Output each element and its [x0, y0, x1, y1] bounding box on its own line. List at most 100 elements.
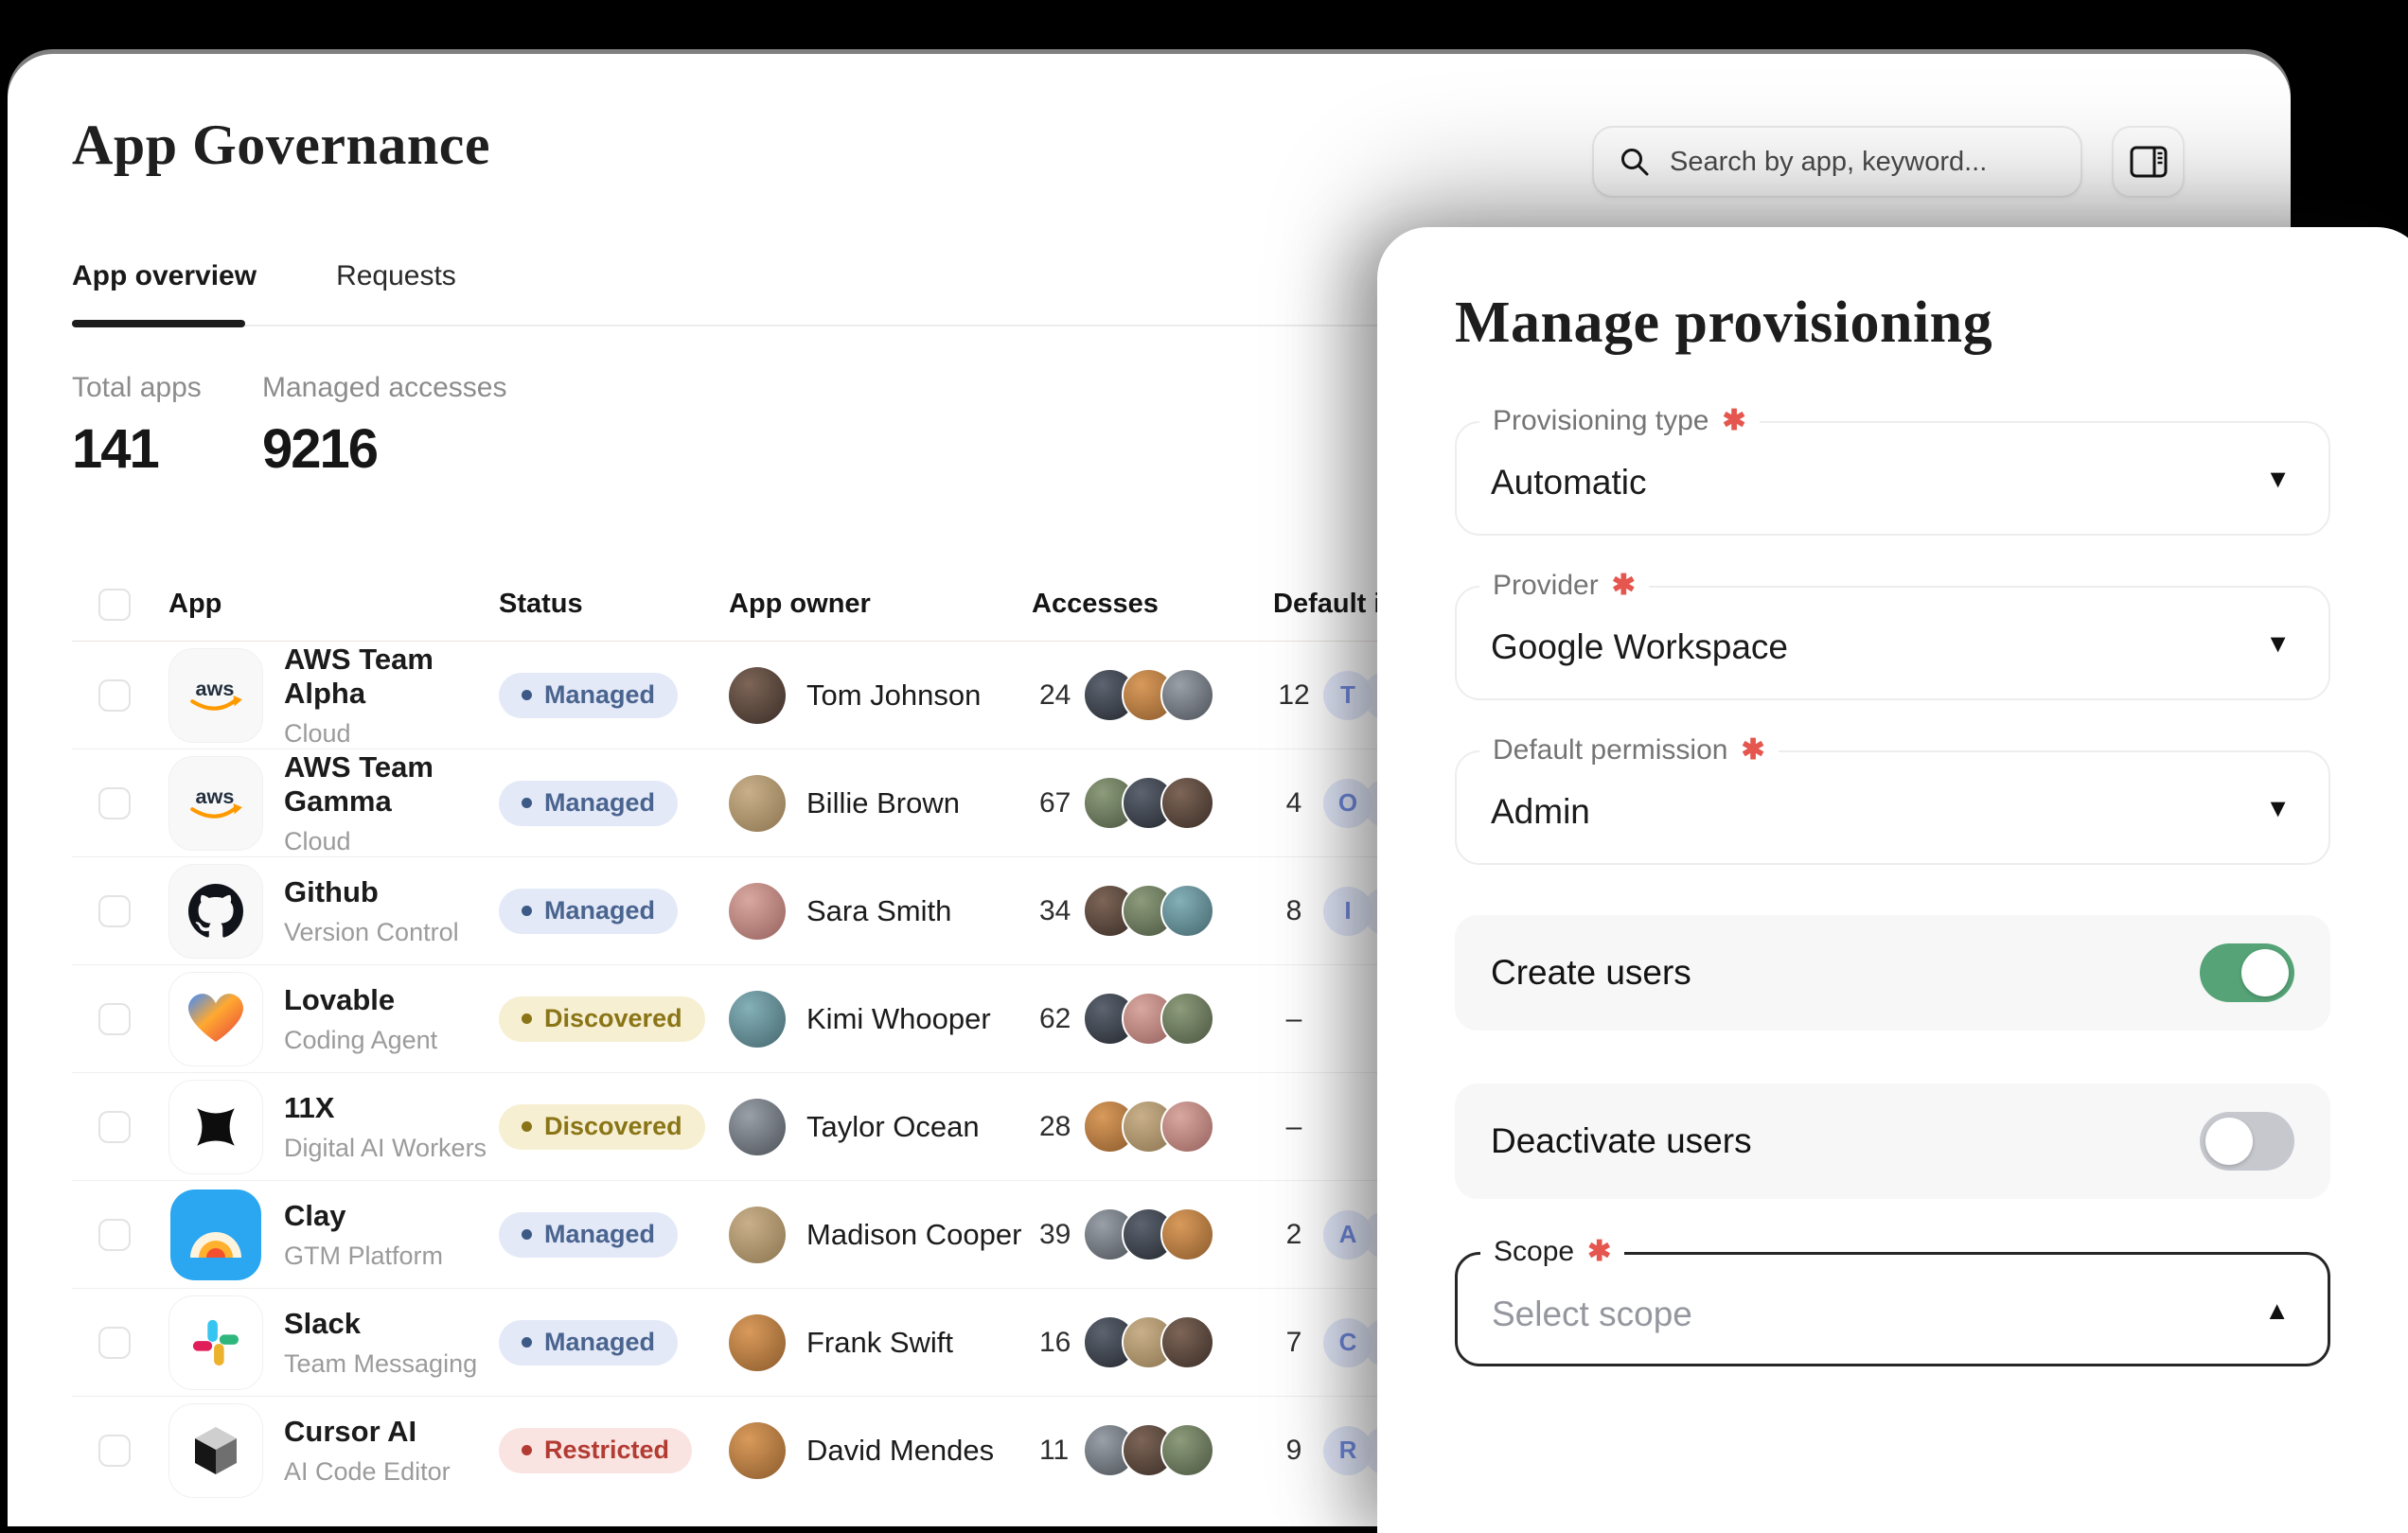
table-row[interactable]: Clay GTM Platform Managed Madison Cooper… — [72, 1181, 1397, 1289]
11x-icon — [168, 1080, 263, 1174]
required-asterisk: ✱ — [1741, 733, 1764, 766]
owner-avatar — [729, 1422, 786, 1479]
owner-avatar — [729, 883, 786, 940]
field-value: Admin — [1491, 792, 1590, 832]
accesses-avatars — [1083, 1100, 1214, 1154]
status-dot — [522, 690, 532, 700]
table-row[interactable]: Slack Team Messaging Managed Frank Swift… — [72, 1289, 1397, 1397]
status-dot — [522, 798, 532, 808]
search-bar[interactable] — [1592, 126, 2082, 198]
row-checkbox[interactable] — [98, 679, 131, 712]
row-checkbox[interactable] — [98, 1111, 131, 1143]
table-row[interactable]: Lovable Coding Agent Discovered Kimi Who… — [72, 965, 1397, 1073]
table-row[interactable]: aws AWS Team Alpha Cloud Managed Tom Joh… — [72, 642, 1397, 749]
owner-avatar — [729, 991, 786, 1048]
table-row[interactable]: Cursor AI AI Code Editor Restricted Davi… — [72, 1397, 1397, 1504]
row-checkbox[interactable] — [98, 1219, 131, 1251]
owner-name: Frank Swift — [806, 1326, 953, 1360]
aws-icon: aws — [168, 648, 263, 743]
table-row[interactable]: 11X Digital AI Workers Discovered Taylor… — [72, 1073, 1397, 1181]
initial-chip: R — [1323, 1426, 1372, 1475]
field-label: Provisioning type✱ — [1479, 404, 1760, 437]
field-provider[interactable]: Provider✱ Google Workspace ▼ — [1455, 586, 2330, 700]
toggle-label: Create users — [1491, 953, 1691, 993]
toggle-knob — [2241, 949, 2289, 996]
row-checkbox[interactable] — [98, 895, 131, 927]
lovable-icon — [168, 972, 263, 1066]
stat-value: 141 — [72, 417, 262, 481]
owner-name: Madison Cooper — [806, 1218, 1021, 1252]
caret-down-icon[interactable]: ▼ — [2265, 629, 2291, 659]
initial-chip: O — [1323, 779, 1372, 828]
owner-name: Tom Johnson — [806, 678, 981, 713]
owner-name: David Mendes — [806, 1434, 994, 1468]
app-category: Cloud — [284, 827, 499, 856]
table-row[interactable]: Github Version Control Managed Sara Smit… — [72, 857, 1397, 965]
aws-icon: aws — [168, 756, 263, 851]
owner-name: Kimi Whooper — [806, 1002, 991, 1036]
stat-label: Total apps — [72, 372, 262, 404]
default-in-count: 4 — [1273, 787, 1315, 819]
initial-chip: I — [1323, 887, 1372, 936]
app-category: Coding Agent — [284, 1026, 437, 1055]
provisioning-form: Provisioning type✱ Automatic ▼ Provider✱… — [1455, 421, 2330, 1366]
status-badge: Restricted — [499, 1428, 692, 1473]
owner-avatar — [729, 1207, 786, 1263]
svg-text:aws: aws — [196, 677, 235, 700]
toggle-knob — [2205, 1118, 2253, 1165]
table-row[interactable]: aws AWS Team Gamma Cloud Managed Billie … — [72, 749, 1397, 857]
field-value: Automatic — [1491, 463, 1647, 502]
accesses-avatars — [1083, 884, 1214, 938]
field-provisioning-type[interactable]: Provisioning type✱ Automatic ▼ — [1455, 421, 2330, 536]
toggle-row-create-users: Create users — [1455, 915, 2330, 1031]
search-input[interactable] — [1668, 146, 2050, 179]
panel-title: Manage provisioning — [1455, 290, 1992, 357]
status-badge: Discovered — [499, 1104, 705, 1150]
svg-text:aws: aws — [196, 784, 235, 808]
owner-avatar — [729, 667, 786, 724]
caret-down-icon[interactable]: ▼ — [2265, 465, 2291, 494]
accesses-count: 11 — [1032, 1435, 1079, 1467]
deactivate-users-toggle[interactable] — [2200, 1112, 2294, 1171]
accesses-avatars — [1083, 1315, 1214, 1369]
default-in-count: 9 — [1273, 1435, 1315, 1467]
active-tab-underline — [72, 320, 245, 327]
caret-down-icon[interactable]: ▼ — [2265, 794, 2291, 823]
app-category: Version Control — [284, 918, 459, 947]
accesses-avatars — [1083, 1207, 1214, 1261]
default-in-count: – — [1273, 1111, 1315, 1143]
select-all-checkbox[interactable] — [98, 589, 131, 621]
row-checkbox[interactable] — [98, 1003, 131, 1035]
accesses-count: 39 — [1032, 1219, 1079, 1251]
app-name: Clay — [284, 1199, 443, 1233]
create-users-toggle[interactable] — [2200, 943, 2294, 1002]
default-in-count: 2 — [1273, 1219, 1315, 1251]
tab-requests[interactable]: Requests — [336, 260, 456, 292]
tab-bar: App overview Requests — [72, 260, 456, 292]
owner-avatar — [729, 1099, 786, 1155]
accesses-count: 16 — [1032, 1327, 1079, 1359]
field-scope[interactable]: Scope✱ Select scope ▲ — [1455, 1252, 2330, 1366]
accesses-avatars — [1083, 668, 1214, 722]
tab-divider — [72, 325, 1380, 326]
caret-up-icon[interactable]: ▲ — [2264, 1296, 2290, 1326]
row-checkbox[interactable] — [98, 787, 131, 819]
field-label: Provider✱ — [1479, 569, 1649, 602]
row-checkbox[interactable] — [98, 1435, 131, 1467]
accesses-avatars — [1083, 992, 1214, 1046]
stat-managed-accesses: Managed accesses 9216 — [262, 372, 507, 481]
stat-label: Managed accesses — [262, 372, 507, 404]
field-default-permission[interactable]: Default permission✱ Admin ▼ — [1455, 750, 2330, 865]
search-icon — [1619, 146, 1651, 178]
sidebar-toggle-button[interactable] — [2112, 126, 2185, 198]
manage-provisioning-panel: Manage provisioning Provisioning type✱ A… — [1377, 227, 2408, 1533]
tab-app-overview[interactable]: App overview — [72, 260, 257, 292]
app-name: Lovable — [284, 983, 437, 1017]
status-badge: Managed — [499, 1320, 678, 1366]
owner-avatar — [729, 1314, 786, 1371]
owner-name: Billie Brown — [806, 786, 960, 820]
status-badge: Managed — [499, 889, 678, 934]
row-checkbox[interactable] — [98, 1327, 131, 1359]
app-category: Cloud — [284, 719, 499, 749]
default-in-count: – — [1273, 1003, 1315, 1035]
